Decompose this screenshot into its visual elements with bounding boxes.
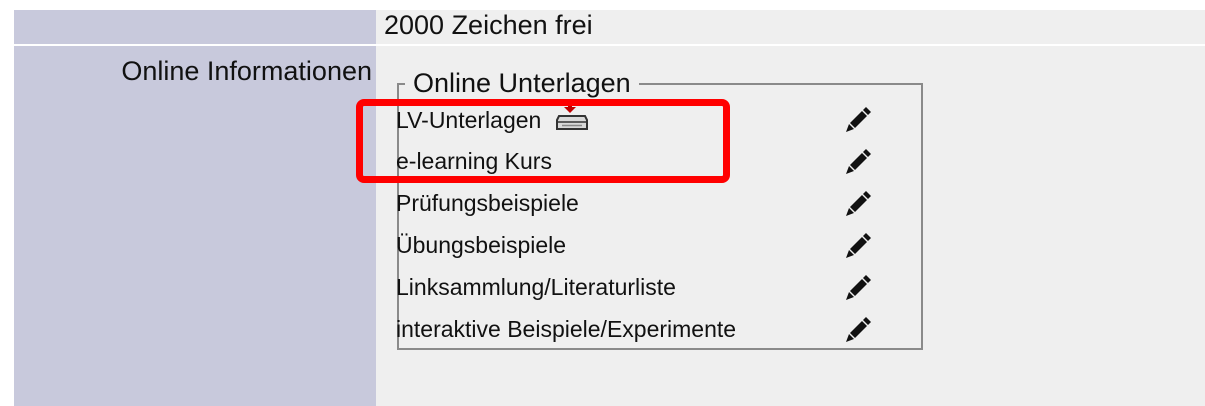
download-icon[interactable]	[554, 98, 590, 134]
online-info-label: Online Informationen	[14, 46, 376, 406]
pencil-icon[interactable]	[844, 315, 872, 343]
item-label[interactable]: interaktive Beispiele/Experimente	[396, 316, 736, 342]
fieldset-legend: Online Unterlagen	[413, 68, 631, 98]
list-item-uebungsbeispiele: Übungsbeispiele	[396, 224, 871, 266]
item-label[interactable]: e-learning Kurs	[396, 148, 552, 174]
form-table: 2000 Zeichen frei Online Informationen O…	[14, 10, 1205, 406]
chars-free-text: 2000 Zeichen frei	[376, 10, 1205, 44]
chars-row: 2000 Zeichen frei	[14, 10, 1205, 44]
item-label[interactable]: Prüfungsbeispiele	[396, 190, 579, 216]
chars-label-cell	[14, 10, 376, 44]
pencil-icon[interactable]	[844, 105, 872, 133]
list-item-linksammlung: Linksammlung/Literaturliste	[396, 266, 871, 308]
pencil-icon[interactable]	[844, 147, 872, 175]
online-info-row: Online Informationen Online Unterlagen L…	[14, 46, 1205, 406]
pencil-icon[interactable]	[844, 189, 872, 217]
list-item-interaktive-beispiele: interaktive Beispiele/Experimente	[396, 308, 871, 350]
item-label[interactable]: Übungsbeispiele	[396, 232, 566, 258]
online-info-value-cell: Online Unterlagen LV-Unterlagen e-learni…	[376, 46, 1205, 406]
pencil-icon[interactable]	[844, 231, 872, 259]
materials-list: LV-Unterlagen e-learning Kurs Prüfungsbe…	[396, 98, 871, 350]
list-item-lv-unterlagen: LV-Unterlagen	[396, 98, 871, 140]
item-label[interactable]: LV-Unterlagen	[396, 107, 541, 133]
pencil-icon[interactable]	[844, 273, 872, 301]
list-item-e-learning: e-learning Kurs	[396, 140, 871, 182]
item-label[interactable]: Linksammlung/Literaturliste	[396, 274, 676, 300]
list-item-pruefungsbeispiele: Prüfungsbeispiele	[396, 182, 871, 224]
